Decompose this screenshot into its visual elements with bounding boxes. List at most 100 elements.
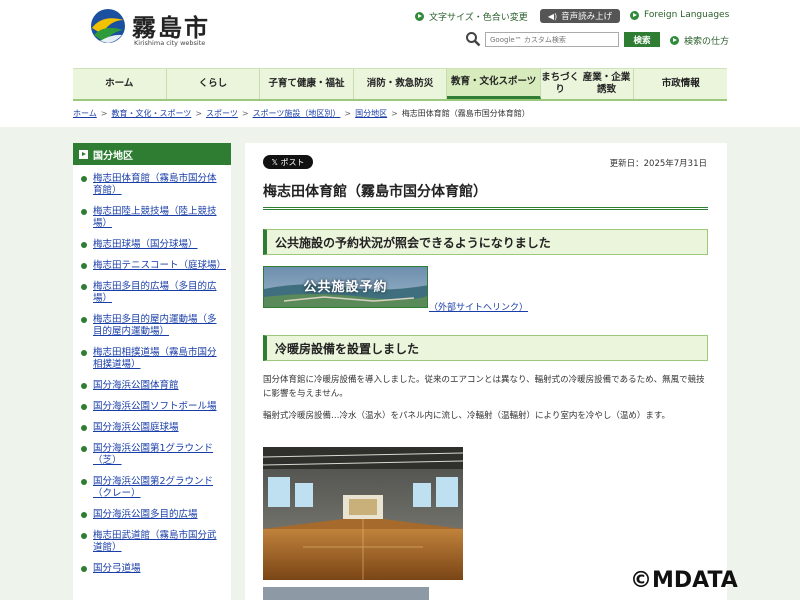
section-heading-reservation: 公共施設の予約状況が照会できるようになりました (263, 229, 708, 255)
search-button[interactable]: 検索 (624, 32, 660, 47)
sidebar-item: 国分海浜公園第2グラウンド（クレー） (81, 476, 225, 500)
nav-item-0[interactable]: ホーム (73, 69, 167, 99)
bullet-dot-icon (81, 317, 87, 323)
breadcrumb-separator: > (391, 109, 398, 118)
speaker-icon: ◀) (547, 11, 558, 21)
bullet-dot-icon (81, 209, 87, 215)
sidebar-link[interactable]: 梅志田多目的屋内運動場（多目的屋内運動場） (93, 314, 225, 338)
bullet-dot-icon (81, 446, 87, 452)
bullet-dot-icon (81, 425, 87, 431)
reservation-banner-link[interactable]: 公共施設予約 (263, 266, 428, 308)
sidebar-link[interactable]: 国分海浜公園多目的広場 (93, 509, 198, 521)
breadcrumb-current: 梅志田体育館（霧島市国分体育館） (401, 109, 530, 118)
sidebar-list: 梅志田体育館（霧島市国分体育館） 梅志田陸上競技場（陸上競技場） 梅志田球場（国分球… (73, 165, 231, 575)
page-title: 梅志田体育館（霧島市国分体育館） (263, 181, 708, 210)
external-site-link[interactable]: （外部サイトへリンク） (429, 300, 528, 313)
sidebar-item: 梅志田体育館（霧島市国分体育館） (81, 173, 225, 197)
aircon-paragraph-2: 輻射式冷暖房設備…冷水（温水）をパネル内に流し、冷輻射（温輻射）により室内を冷や… (263, 411, 670, 421)
sidebar-item: 梅志田テニスコート（庭球場） (81, 260, 226, 272)
banner-text: 公共施設予約 (303, 280, 388, 295)
sidebar-item: 国分海浜公園ソフトボール場 (81, 401, 225, 413)
site-logo[interactable]: 霧島市 Kirishima city website (90, 8, 220, 48)
arrow-circle-icon (630, 10, 639, 20)
sidebar-link[interactable]: 国分海浜公園第2グラウンド（クレー） (93, 476, 225, 500)
global-nav: ホーム くらし 子育て 健康・福祉 消防・救急 防災 教育・文化 スポーツ まちづくり 産業・企業… (73, 68, 727, 101)
arrow-box-icon (79, 149, 88, 159)
bullet-dot-icon (81, 284, 87, 290)
nav-item-4[interactable]: 教育・文化 スポーツ (447, 69, 541, 99)
breadcrumb-link[interactable]: スポーツ (206, 109, 238, 118)
nav-item-6[interactable]: 市政情報 (634, 69, 727, 99)
bullet-dot-icon (81, 566, 87, 572)
gymnasium-photo-2 (263, 587, 429, 600)
bullet-dot-icon (81, 350, 87, 356)
foreign-languages-link[interactable]: Foreign Languages (630, 10, 729, 20)
nav-item-1[interactable]: くらし (167, 69, 261, 99)
sidebar-item: 梅志田球場（国分球場） (81, 239, 225, 251)
x-post-button[interactable]: 𝕏 ポスト (263, 155, 313, 169)
breadcrumb-link[interactable]: 国分地区 (355, 109, 387, 118)
search-help-link[interactable]: 検索の仕方 (670, 34, 729, 47)
sidebar-item: 梅志田武道館（霧島市国分武道館） (81, 530, 225, 554)
sidebar-link[interactable]: 梅志田多目的広場（多目的広場） (93, 281, 225, 305)
bullet-dot-icon (81, 404, 87, 410)
nav-item-2[interactable]: 子育て 健康・福祉 (260, 69, 354, 99)
bullet-dot-icon (81, 176, 87, 182)
sidebar-link[interactable]: 国分弓道場 (93, 563, 141, 575)
nav-item-sublabel: 健康・福祉 (296, 77, 345, 89)
sidebar-heading[interactable]: 国分地区 (73, 143, 231, 165)
nav-item-label: くらし (198, 77, 228, 89)
breadcrumb-separator: > (195, 109, 203, 118)
nav-item-label: 市政情報 (661, 77, 700, 89)
breadcrumb-link[interactable]: ホーム (73, 109, 97, 118)
sidebar-item: 梅志田多目的屋内運動場（多目的屋内運動場） (81, 314, 225, 338)
font-size-color-link[interactable]: 文字サイズ・色合い変更 (415, 10, 528, 23)
sidebar-link[interactable]: 国分海浜公園第1グラウンド（芝） (93, 443, 225, 467)
watermark: ©MDATA (630, 568, 738, 593)
breadcrumb-link[interactable]: スポーツ施設（地区別） (253, 109, 341, 118)
kirishima-logo-icon (91, 9, 125, 43)
bullet-dot-icon (81, 383, 87, 389)
nav-item-sublabel: 防災 (414, 77, 434, 89)
sidebar-link[interactable]: 梅志田テニスコート（庭球場） (93, 260, 226, 272)
sidebar-link[interactable]: 梅志田球場（国分球場） (93, 239, 198, 251)
nav-item-sublabel: スポーツ (498, 76, 537, 88)
sidebar-link[interactable]: 国分海浜公園ソフトボール場 (93, 401, 217, 413)
bullet-dot-icon (81, 479, 87, 485)
breadcrumb-link[interactable]: 教育・文化・スポーツ (111, 109, 191, 118)
nav-item-label: 教育・文化 (450, 76, 499, 88)
sidebar-item: 梅志田相撲道場（霧島市国分相撲道場） (81, 347, 225, 371)
sidebar-item: 梅志田陸上競技場（陸上競技場） (81, 206, 225, 230)
updated-date: 更新日：2025年7月31日 (609, 159, 707, 169)
gym-interior-image (263, 447, 463, 580)
sidebar-link[interactable]: 梅志田陸上競技場（陸上競技場） (93, 206, 225, 230)
nav-item-label: ホーム (105, 77, 134, 89)
nav-item-label: 子育て (268, 77, 297, 89)
sidebar-item: 国分海浜公園体育館 (81, 380, 225, 392)
sidebar-link[interactable]: 梅志田相撲道場（霧島市国分相撲道場） (93, 347, 225, 371)
search-input[interactable] (485, 32, 619, 47)
sidebar-item: 国分海浜公園多目的広場 (81, 509, 225, 521)
sidebar-link[interactable]: 梅志田体育館（霧島市国分体育館） (93, 173, 225, 197)
logo-title: 霧島市 (132, 13, 210, 42)
voice-readout-button[interactable]: ◀) 音声読み上げ (540, 9, 620, 23)
aircon-paragraph-1: 国分体育館に冷暖房設備を導入しました。従来のエアコンとは異なり、輻射式の冷暖房設… (263, 375, 705, 399)
breadcrumb-separator: > (344, 109, 352, 118)
nav-item-label: 消防・救急 (366, 77, 415, 89)
sidebar-item: 国分海浜公園庭球場 (81, 422, 225, 434)
breadcrumb-separator: > (241, 109, 249, 118)
sidebar-link[interactable]: 国分海浜公園庭球場 (93, 422, 179, 434)
sidebar-item: 国分弓道場 (81, 563, 225, 575)
sidebar-link[interactable]: 梅志田武道館（霧島市国分武道館） (93, 530, 225, 554)
main-content: 𝕏 ポスト 更新日：2025年7月31日 梅志田体育館（霧島市国分体育館） 公共… (245, 143, 727, 600)
sidebar-link[interactable]: 国分海浜公園体育館 (93, 380, 179, 392)
sidebar-item: 国分海浜公園第1グラウンド（芝） (81, 443, 225, 467)
section-heading-aircon: 冷暖房設備を設置しました (263, 335, 708, 361)
nav-item-5[interactable]: まちづくり 産業・企業誘致 (541, 69, 635, 99)
nav-item-label: まちづくり (541, 71, 580, 95)
bullet-dot-icon (81, 242, 87, 248)
sidebar-item: 梅志田多目的広場（多目的広場） (81, 281, 225, 305)
site-header: 霧島市 Kirishima city website 文字サイズ・色合い変更 ◀… (0, 0, 800, 66)
nav-item-3[interactable]: 消防・救急 防災 (354, 69, 448, 99)
sidebar: 国分地区 梅志田体育館（霧島市国分体育館） 梅志田陸上競技場（陸上競技場） 梅志田球… (73, 143, 231, 600)
